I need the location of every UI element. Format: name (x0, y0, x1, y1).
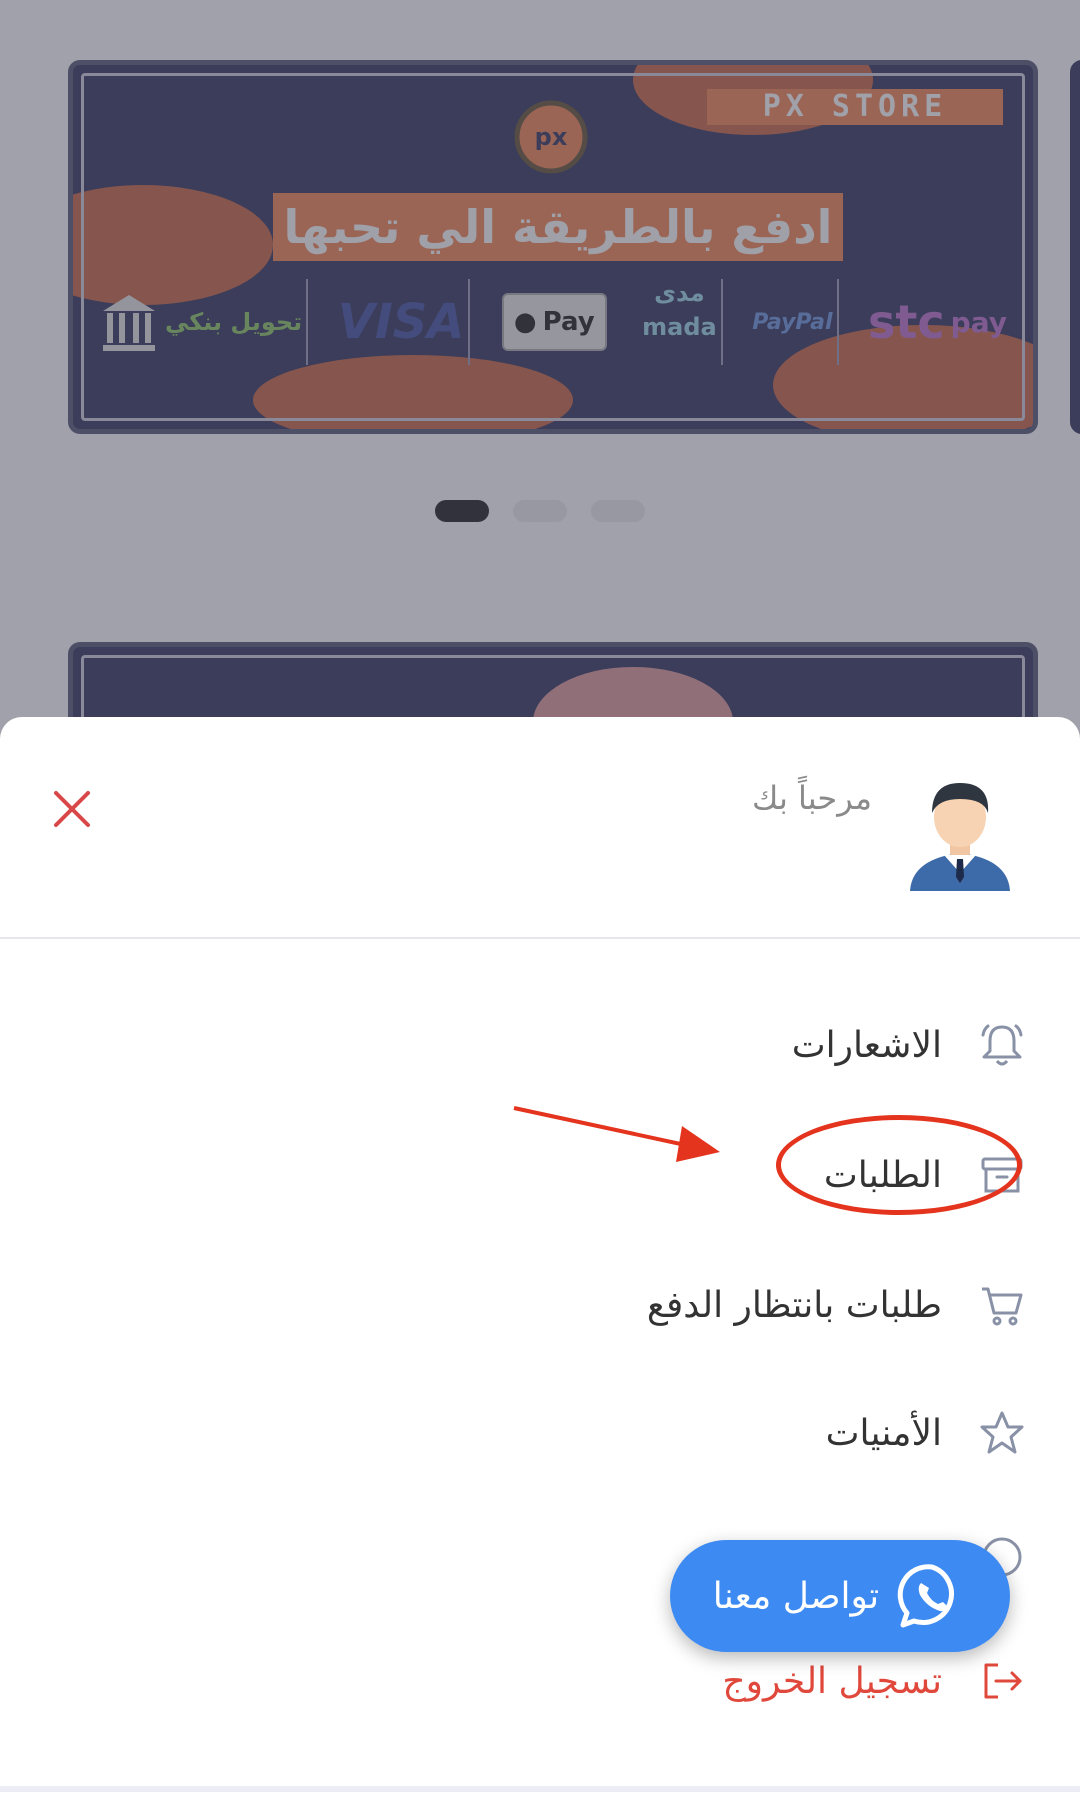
menu-item-label: الأمنيات (825, 1412, 942, 1454)
welcome-text: مرحباً بك (751, 779, 872, 817)
page: PX STORE px ادفع بالطريقة الي تحبها تحوي… (0, 0, 1080, 1800)
menu-item-wishlist[interactable]: الأمنيات (0, 1393, 1080, 1473)
menu-item-label: تسجيل الخروج (722, 1660, 942, 1702)
whatsapp-icon (897, 1564, 955, 1628)
menu-item-pending-payment[interactable]: طلبات بانتظار الدفع (0, 1265, 1080, 1345)
close-icon (54, 791, 90, 827)
contact-us-whatsapp-button[interactable]: تواصل معنا (670, 1540, 1010, 1652)
annotation-arrow-icon (513, 1106, 720, 1162)
sheet-divider (0, 937, 1080, 939)
fab-label: تواصل معنا (712, 1575, 880, 1617)
username (832, 835, 872, 841)
menu-item-label: طلبات بانتظار الدفع (646, 1284, 942, 1326)
bottom-edge (0, 1786, 1080, 1792)
annotation-circle (776, 1115, 1022, 1215)
cart-icon (972, 1275, 1032, 1335)
menu-item-label: الاشعارات (791, 1024, 942, 1066)
menu-item-notifications[interactable]: الاشعارات (0, 1005, 1080, 1085)
logout-icon (972, 1651, 1032, 1711)
menu-item-logout[interactable]: تسجيل الخروج (0, 1641, 1080, 1721)
star-icon (972, 1403, 1032, 1463)
avatar[interactable] (900, 773, 1020, 893)
close-button[interactable] (40, 777, 104, 841)
bell-icon (972, 1015, 1032, 1075)
